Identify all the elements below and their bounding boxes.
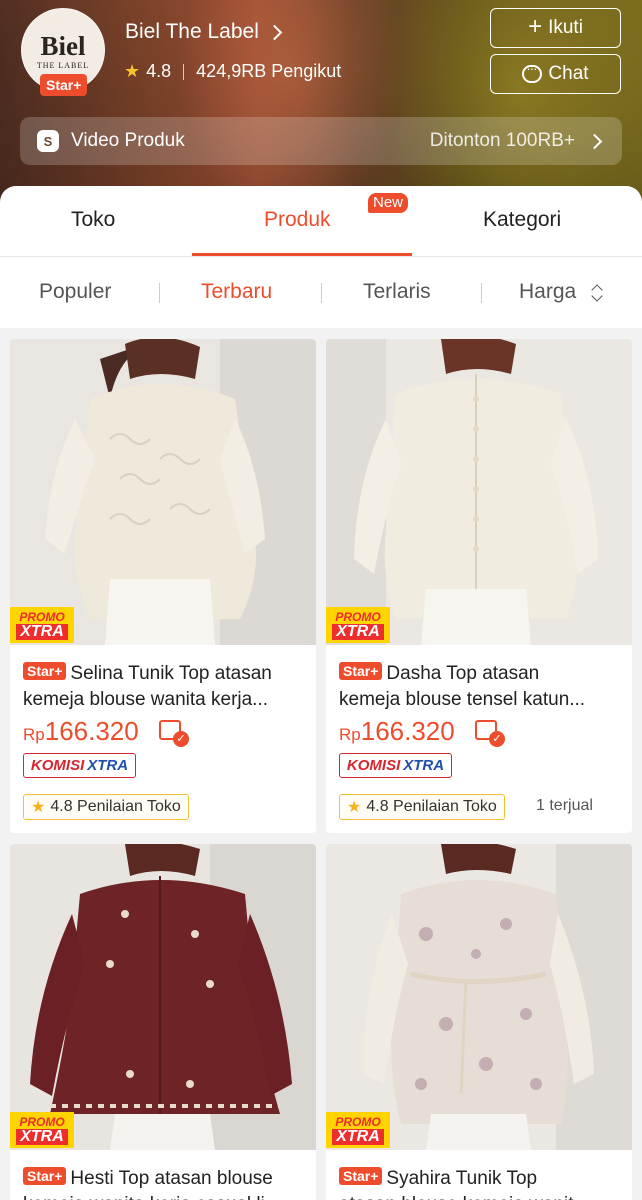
video-views: Ditonton 100RB+: [429, 130, 575, 151]
sort-terbaru[interactable]: Terbaru: [201, 280, 272, 304]
sort-populer[interactable]: Populer: [39, 280, 111, 304]
title-line-2: kemeja blouse wanita kerja...: [23, 689, 269, 710]
shop-header: Biel THE LABEL Star+ Biel The Label ★ 4.…: [0, 0, 642, 215]
active-tab-indicator: [192, 253, 412, 256]
chat-button[interactable]: Chat: [490, 54, 621, 94]
new-badge: New: [368, 193, 409, 213]
sold-count: 1 terjual: [536, 797, 593, 814]
chat-label: Chat: [548, 63, 589, 84]
shop-rating-chip: ★ 4.8 Penilaian Toko: [23, 794, 189, 820]
star-plus-badge: Star+: [40, 74, 88, 96]
star-plus-badge: Star+: [339, 662, 383, 680]
promo-top-text: PROMO: [335, 1114, 381, 1129]
product-image[interactable]: PROMO XTRA: [326, 339, 632, 645]
product-card-dasha[interactable]: PROMO XTRA Star+ Dasha Top atasan kemeja …: [326, 339, 632, 833]
promo-top-text: PROMO: [19, 609, 65, 624]
shop-name-link[interactable]: Biel The Label: [125, 20, 283, 44]
shop-name: Biel The Label: [125, 20, 259, 43]
promo-bottom-text: XTRA: [16, 1128, 68, 1145]
follow-button[interactable]: + Ikuti: [490, 8, 621, 48]
video-label: Video Produk: [71, 130, 185, 151]
sort-terlaris[interactable]: Terlaris: [363, 280, 431, 304]
xtra-text: XTRA: [87, 757, 129, 774]
promo-bottom-text: XTRA: [16, 623, 68, 640]
rating-label: 4.8 Penilaian Toko: [50, 798, 181, 815]
promo-xtra-label: PROMO XTRA: [10, 1112, 74, 1148]
voucher-verified-icon: [159, 720, 189, 747]
product-grid: PROMO XTRA Star+ Selina Tunik Top atasan …: [0, 328, 642, 1200]
price-value: 166.320: [44, 716, 139, 746]
komisi-text: KOMISI: [30, 757, 85, 774]
star-plus-badge: Star+: [23, 662, 67, 680]
price-currency: Rp: [23, 725, 45, 744]
product-title: Star+ Selina Tunik Top atasan kemeja blou…: [23, 661, 309, 713]
shop-rating: 4.8: [146, 61, 172, 81]
shop-tabs: Toko Produk New Kategori: [0, 186, 642, 257]
product-image[interactable]: PROMO XTRA: [10, 844, 316, 1150]
plus-icon: +: [528, 12, 543, 40]
komisi-xtra-label: KOMISI XTRA: [23, 753, 136, 778]
divider: [321, 283, 322, 303]
title-line-2: kemeja blouse tensel katun...: [339, 689, 586, 710]
product-card-syahira[interactable]: PROMO XTRA Star+Syahira Tunik Top atasan…: [326, 844, 632, 1200]
price-value: 166.320: [360, 716, 455, 746]
sort-arrows-icon[interactable]: [591, 283, 603, 303]
tab-kategori[interactable]: Kategori: [483, 208, 561, 232]
star-plus-badge: Star+: [23, 1167, 67, 1185]
product-card-selina[interactable]: PROMO XTRA Star+ Selina Tunik Top atasan …: [10, 339, 316, 833]
title-line-1: Selina Tunik Top atasan: [70, 663, 272, 684]
star-icon: ★: [124, 61, 141, 81]
product-price: Rp 166.320: [23, 716, 139, 747]
title-line-2: kemeja wanita kerja casual li...: [23, 1192, 309, 1200]
product-title: Star+Syahira Tunik Top atasan blouse kem…: [339, 1166, 625, 1200]
chevron-right-icon: [266, 24, 283, 40]
title-line-1: Dasha Top atasan: [386, 663, 540, 684]
shop-stats: ★ 4.8 424,9RB Pengikut: [124, 61, 341, 82]
product-title: Star+Hesti Top atasan blouse kemeja wani…: [23, 1166, 309, 1200]
logo-text: Biel: [40, 31, 86, 61]
chat-icon: [522, 61, 543, 83]
sort-bar: Populer Terbaru Terlaris Harga: [0, 258, 642, 326]
star-plus-badge: Star+: [339, 1167, 383, 1185]
divider: [159, 283, 160, 303]
video-product-bar[interactable]: S Video Produk Ditonton 100RB+: [20, 117, 622, 165]
product-card-hesti[interactable]: PROMO XTRA Star+ Hesti Top atasan blouse …: [10, 844, 316, 1200]
promo-bottom-text: XTRA: [332, 623, 384, 640]
shop-followers: 424,9RB Pengikut: [196, 61, 342, 81]
follow-label: Ikuti: [548, 17, 583, 38]
divider: [481, 283, 482, 303]
title-line-1: Hesti Top atasan blouse: [70, 1168, 273, 1189]
product-image[interactable]: PROMO XTRA: [10, 339, 316, 645]
chevron-right-icon: [586, 133, 603, 149]
product-image[interactable]: PROMO XTRA: [326, 844, 632, 1150]
product-title: Star+ Dasha Top atasan kemeja blouse tens…: [339, 661, 625, 713]
promo-top-text: PROMO: [335, 609, 381, 624]
promo-top-text: PROMO: [19, 1114, 65, 1129]
star-icon: ★: [347, 799, 362, 816]
price-currency: Rp: [339, 725, 361, 744]
shopee-video-icon: S: [37, 130, 59, 152]
voucher-verified-icon: [475, 720, 505, 747]
xtra-text: XTRA: [403, 757, 445, 774]
rating-label: 4.8 Penilaian Toko: [366, 798, 497, 815]
komisi-xtra-label: KOMISI XTRA: [339, 753, 452, 778]
title-line-1: Syahira Tunik Top: [386, 1168, 538, 1189]
komisi-text: KOMISI: [346, 757, 401, 774]
title-line-2: atasan blouse kemeja wanit...: [339, 1192, 625, 1200]
product-price: Rp 166.320: [339, 716, 455, 747]
tab-toko[interactable]: Toko: [71, 208, 115, 232]
promo-xtra-label: PROMO XTRA: [326, 607, 390, 643]
promo-xtra-label: PROMO XTRA: [10, 607, 74, 643]
divider: [183, 63, 185, 80]
tab-produk[interactable]: Produk: [264, 208, 331, 232]
sort-harga[interactable]: Harga: [519, 280, 576, 304]
logo-subtext: THE LABEL: [36, 61, 90, 70]
shop-rating-chip: ★ 4.8 Penilaian Toko: [339, 794, 505, 820]
star-icon: ★: [31, 799, 46, 816]
promo-bottom-text: XTRA: [332, 1128, 384, 1145]
promo-xtra-label: PROMO XTRA: [326, 1112, 390, 1148]
